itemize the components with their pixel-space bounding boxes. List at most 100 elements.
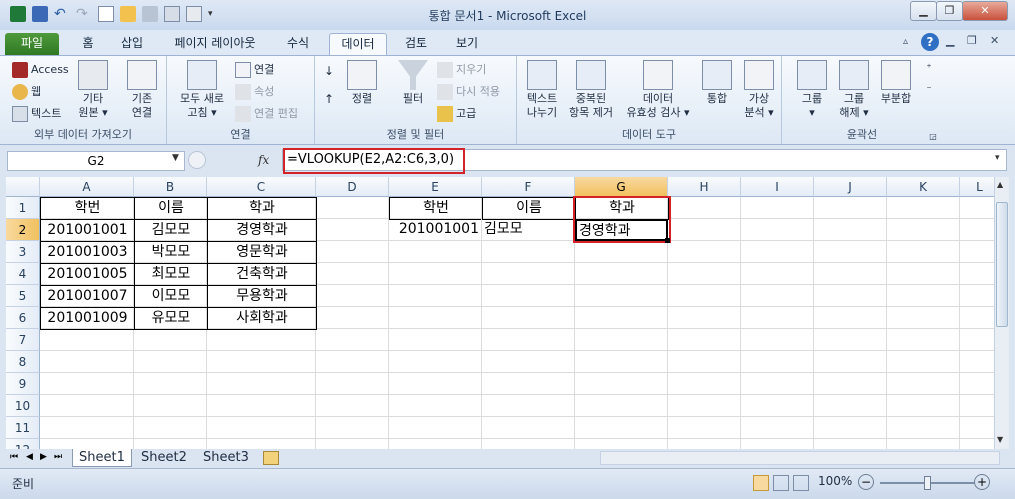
cell-a6[interactable]: 201001009 — [40, 307, 135, 330]
consolidate-button[interactable]: 통합 — [699, 60, 735, 106]
name-box-dropdown-icon[interactable]: ▼ — [172, 153, 179, 163]
advanced-filter-button[interactable]: 고급 — [437, 106, 476, 122]
minimize-button[interactable]: ▁ — [910, 1, 937, 21]
cell-c2[interactable]: 경영학과 — [207, 219, 317, 242]
zoom-out-icon[interactable]: − — [858, 474, 874, 490]
page-layout-view-icon[interactable] — [773, 475, 789, 491]
text-to-columns-button[interactable]: 텍스트 나누기 — [519, 60, 565, 120]
cell-a3[interactable]: 201001003 — [40, 241, 135, 264]
zoom-slider-thumb[interactable] — [924, 476, 931, 490]
edit-links-icon — [235, 106, 251, 122]
close-button[interactable]: ✕ — [962, 1, 1008, 21]
workbook-close-icon[interactable]: ✕ — [990, 34, 999, 47]
cell-f1[interactable]: 이름 — [482, 197, 576, 220]
filter-button[interactable]: 필터 — [393, 60, 433, 106]
existing-connections-button[interactable]: 기존 연결 — [121, 60, 163, 120]
existing-connections-icon — [127, 60, 157, 90]
insert-sheet-icon[interactable] — [263, 451, 279, 465]
tab-view[interactable]: 보기 — [447, 33, 487, 55]
cell-a1[interactable]: 학번 — [40, 197, 135, 220]
properties-button[interactable]: 속성 — [235, 84, 274, 100]
restore-button[interactable]: ❐ — [936, 1, 963, 21]
ungroup-button[interactable]: 그룹 해제 ▾ — [834, 60, 874, 120]
cell-b3[interactable]: 박모모 — [134, 241, 208, 264]
cell-c5[interactable]: 무용학과 — [207, 285, 317, 308]
sheet-tab-1[interactable]: Sheet1 — [72, 449, 132, 467]
reapply-icon — [437, 84, 453, 100]
sort-button[interactable]: 정렬 — [342, 60, 382, 106]
web-icon — [12, 84, 28, 100]
edit-links-button[interactable]: 연결 편집 — [235, 106, 298, 122]
next-sheet-icon[interactable]: ▶ — [40, 452, 47, 462]
tab-formulas[interactable]: 수식 — [278, 33, 318, 55]
scroll-up-icon[interactable]: ▲ — [997, 180, 1003, 189]
clear-filter-icon — [437, 62, 453, 78]
ribbon-data: Access 웹 텍스트 기타 원본 ▾ 기존 연결 외부 데이터 가져오기 모두 … — [0, 55, 1015, 145]
refresh-all-button[interactable]: 모두 새로 고침 ▾ — [173, 60, 231, 120]
tab-data[interactable]: 데이터 — [329, 33, 387, 55]
data-validation-button[interactable]: 데이터 유효성 검사 ▾ — [619, 60, 697, 120]
cell-c3[interactable]: 영문학과 — [207, 241, 317, 264]
tab-insert[interactable]: 삽입 — [112, 33, 152, 55]
formula-bar-divider-handle[interactable] — [188, 151, 206, 169]
cell-b4[interactable]: 최모모 — [134, 263, 208, 286]
help-icon[interactable]: ? — [921, 33, 939, 51]
cell-c6[interactable]: 사회학과 — [207, 307, 317, 330]
cell-e2[interactable]: 201001001 — [389, 219, 482, 241]
tab-page-layout[interactable]: 페이지 레이아웃 — [163, 33, 267, 55]
remove-duplicates-button[interactable]: 중복된 항목 제거 — [565, 60, 617, 120]
cell-a2[interactable]: 201001001 — [40, 219, 135, 242]
clear-filter-button[interactable]: 지우기 — [437, 62, 486, 78]
workbook-minimize-icon[interactable]: ▁ — [946, 34, 954, 47]
sheet-tab-bar: ⏮ ◀ ▶ ⏭ Sheet1 Sheet2 Sheet3 — [6, 449, 1009, 467]
horizontal-scrollbar[interactable] — [600, 451, 1000, 465]
subtotal-button[interactable]: 부분합 — [876, 60, 916, 106]
group-button[interactable]: 그룹 ▾ — [792, 60, 832, 120]
cell-c1[interactable]: 학과 — [207, 197, 317, 220]
insert-function-icon[interactable]: fx — [258, 153, 269, 167]
minimize-ribbon-icon[interactable]: ▵ — [903, 36, 908, 47]
first-sheet-icon[interactable]: ⏮ — [10, 452, 18, 462]
worksheet-grid[interactable]: A B C D E F G H I J K L 1 2 3 4 5 6 7 8 … — [6, 177, 994, 449]
from-text-button[interactable]: 텍스트 — [12, 106, 61, 122]
outline-dialog-launcher-icon[interactable]: ◲ — [928, 130, 938, 144]
tab-review[interactable]: 검토 — [396, 33, 436, 55]
cell-a5[interactable]: 201001007 — [40, 285, 135, 308]
show-detail-icon[interactable]: ⁺ — [922, 62, 936, 76]
cell-c4[interactable]: 건축학과 — [207, 263, 317, 286]
cell-e1[interactable]: 학번 — [389, 197, 483, 220]
name-box[interactable]: G2 — [7, 151, 185, 171]
sheet-tab-2[interactable]: Sheet2 — [135, 449, 193, 467]
sort-za-button[interactable]: ↑ — [319, 92, 339, 106]
page-break-view-icon[interactable] — [793, 475, 809, 491]
scroll-thumb[interactable] — [996, 202, 1008, 327]
zoom-in-icon[interactable]: + — [974, 474, 990, 490]
reapply-filter-button[interactable]: 다시 적용 — [437, 84, 500, 100]
prev-sheet-icon[interactable]: ◀ — [26, 452, 33, 462]
tab-home[interactable]: 홈 — [70, 33, 106, 55]
normal-view-icon[interactable] — [753, 475, 769, 491]
sheet-tab-3[interactable]: Sheet3 — [197, 449, 255, 467]
from-other-sources-button[interactable]: 기타 원본 ▾ — [72, 60, 114, 120]
from-access-button[interactable]: Access — [12, 62, 69, 78]
tab-file[interactable]: 파일 — [5, 33, 59, 55]
cell-a4[interactable]: 201001005 — [40, 263, 135, 286]
subtotal-icon — [881, 60, 911, 90]
cell-b2[interactable]: 김모모 — [134, 219, 208, 242]
zoom-level[interactable]: 100% — [818, 474, 852, 488]
cell-b1[interactable]: 이름 — [134, 197, 208, 220]
what-if-analysis-button[interactable]: 가상 분석 ▾ — [739, 60, 779, 120]
expand-formula-bar-icon[interactable]: ▾ — [995, 153, 1000, 163]
cell-b5[interactable]: 이모모 — [134, 285, 208, 308]
workbook-restore-icon[interactable]: ❐ — [967, 34, 977, 47]
fill-handle[interactable] — [665, 238, 670, 243]
cell-f2[interactable]: 김모모 — [482, 219, 575, 241]
vertical-scrollbar[interactable]: ▲ ▼ — [994, 177, 1009, 449]
sort-az-button[interactable]: ↓ — [319, 64, 339, 78]
scroll-down-icon[interactable]: ▼ — [997, 435, 1003, 444]
last-sheet-icon[interactable]: ⏭ — [54, 452, 62, 462]
connections-button[interactable]: 연결 — [235, 62, 274, 78]
hide-detail-icon[interactable]: ⁻ — [922, 84, 936, 98]
cell-b6[interactable]: 유모모 — [134, 307, 208, 330]
from-web-button[interactable]: 웹 — [12, 84, 41, 100]
